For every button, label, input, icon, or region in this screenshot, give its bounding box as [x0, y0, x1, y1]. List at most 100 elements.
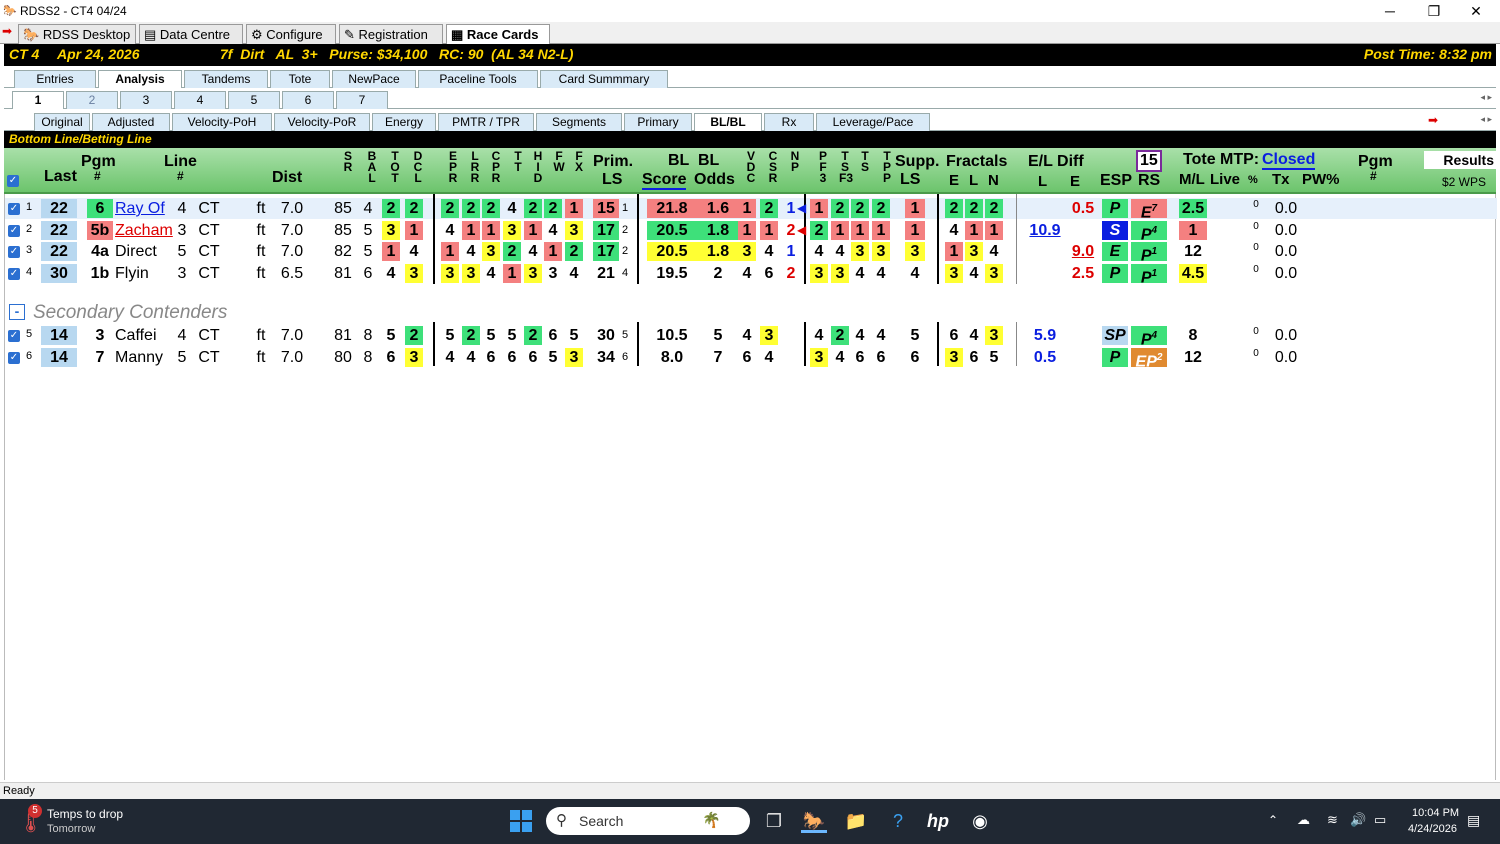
help-icon[interactable]: ?: [885, 809, 911, 833]
header-count-box[interactable]: 15: [1136, 150, 1162, 172]
tab-data-centre[interactable]: ▤ Data Centre: [139, 24, 243, 44]
tab-primary[interactable]: Primary: [624, 113, 692, 131]
windows-start-icon[interactable]: [510, 810, 532, 832]
tab-entries[interactable]: Entries: [14, 70, 96, 88]
header-bl-odds[interactable]: Odds: [694, 172, 735, 188]
volume-icon[interactable]: 🔊: [1350, 812, 1366, 828]
tab-velocity-por[interactable]: Velocity-PoR: [274, 113, 370, 131]
table-row[interactable]: ✓ 4 30 1b Flyin 3 CT ft 6.5 81 6 4 3 3 3 4 1 3 3 4 21 4 19.5 2 4…: [5, 263, 1497, 286]
onedrive-icon[interactable]: ☁: [1297, 812, 1310, 828]
tab-registration[interactable]: ✎ Registration: [339, 24, 443, 44]
tab-race-2[interactable]: 2: [66, 91, 118, 109]
table-row[interactable]: ✓ 6 14 7 Manny 5 CT ft 7.0 80 8 6 3 4 4 6 6 6 5 3 34 6 8.0 7 6 4 3…: [5, 347, 1497, 370]
cell-name[interactable]: Ray Of: [112, 199, 176, 218]
notification-icon[interactable]: ▤: [1467, 812, 1480, 829]
cell-bal: 5: [363, 243, 373, 260]
scroll-arrows-icon[interactable]: ◂ ▸: [1480, 114, 1492, 125]
collapse-toggle[interactable]: -: [9, 304, 25, 320]
tab-velocity-poh[interactable]: Velocity-PoH: [172, 113, 272, 131]
tab-bl-bl[interactable]: BL/BL: [694, 113, 762, 131]
cell-fe: 3: [945, 348, 963, 367]
cell-score: 20.5: [647, 221, 697, 240]
cell-tx: 0.0: [1274, 349, 1298, 366]
file-explorer-icon[interactable]: 📁: [843, 809, 869, 833]
cell-ell[interactable]: 10.9: [1023, 221, 1067, 240]
tab-tote[interactable]: Tote: [270, 70, 330, 88]
tab-configure[interactable]: ⚙ Configure: [246, 24, 336, 44]
tab-segments[interactable]: Segments: [536, 113, 622, 131]
cell-ele[interactable]: 9.0: [1063, 242, 1103, 261]
tab-race-4[interactable]: 4: [174, 91, 226, 109]
table-row[interactable]: ✓ 3 22 4a Direct 5 CT ft 7.0 82 5 1 4 1 4 3 2 4 1 2 17 2 20.5 1…: [5, 241, 1497, 264]
tab-paceline-tools[interactable]: Paceline Tools: [418, 70, 538, 88]
tab-leverage-pace[interactable]: Leverage/Pace: [816, 113, 930, 131]
row-checkbox[interactable]: ✓: [8, 203, 20, 215]
row-checkbox[interactable]: ✓: [8, 246, 20, 258]
cell-fx: 2: [565, 242, 583, 261]
weather-title[interactable]: Temps to drop: [47, 807, 123, 821]
cell-ele[interactable]: 0.5: [1063, 199, 1103, 218]
cell-ell[interactable]: [1023, 199, 1067, 218]
table-row[interactable]: ✓ 5 14 3 Caffei 4 CT ft 7.0 81 8 5 2 5 2 5 5 2 6 5 30 5 10.5 5 4…: [5, 325, 1497, 348]
tab-rdss-desktop[interactable]: 🐎 RDSS Desktop: [18, 24, 136, 44]
tab-newpace[interactable]: NewPace: [332, 70, 416, 88]
chevron-up-icon[interactable]: ⌃: [1268, 813, 1278, 827]
cell-ell[interactable]: 5.9: [1023, 326, 1067, 345]
scroll-arrows-icon[interactable]: ◂ ▸: [1480, 92, 1492, 103]
analysis-tab-row: Entries Analysis Tandems Tote NewPace Pa…: [4, 66, 1496, 88]
cell-name[interactable]: Caffei: [112, 326, 176, 345]
table-row[interactable]: ✓ 2 22 5b Zacham 3 CT ft 7.0 85 5 3 1 4 1 1 3 1 4 3 17 2 20.5 1…: [5, 220, 1497, 243]
tab-race-3[interactable]: 3: [120, 91, 172, 109]
cell-ele[interactable]: [1063, 348, 1103, 367]
close-button[interactable]: ✕: [1456, 0, 1496, 22]
select-all-checkbox[interactable]: ✓: [7, 175, 19, 187]
export-arrow-icon[interactable]: ➡: [1428, 113, 1438, 127]
tab-race-1[interactable]: 1: [12, 91, 64, 109]
tab-rx[interactable]: Rx: [764, 113, 814, 131]
row-checkbox[interactable]: ✓: [8, 330, 20, 342]
cell-name[interactable]: Zacham: [112, 221, 176, 240]
row-checkbox[interactable]: ✓: [8, 225, 20, 237]
cell-ele[interactable]: [1063, 221, 1103, 240]
minimize-button[interactable]: ─: [1370, 0, 1410, 22]
header-bl-score[interactable]: Score: [642, 172, 687, 190]
cell-ell[interactable]: [1023, 242, 1067, 261]
table-row[interactable]: ✓ 1 22 6 Ray Of 4 CT ft 7.0 85 4 2 2 2 2 2 4 2 2 1 15 1 21.8 1.…: [5, 198, 1497, 221]
tab-card-summary[interactable]: Card Summmary: [540, 70, 668, 88]
cell-ell[interactable]: 0.5: [1023, 348, 1067, 367]
cell-name[interactable]: Flyin: [112, 264, 176, 283]
tab-race-7[interactable]: 7: [336, 91, 388, 109]
clock-date[interactable]: 4/24/2026: [1408, 823, 1457, 835]
row-checkbox[interactable]: ✓: [8, 268, 20, 280]
cell-name[interactable]: Direct: [112, 242, 176, 261]
tab-race-cards[interactable]: ▦ Race Cards: [446, 24, 550, 44]
battery-icon[interactable]: ▭: [1374, 812, 1386, 828]
hp-icon[interactable]: hp: [925, 809, 951, 833]
tab-race-6[interactable]: 6: [282, 91, 334, 109]
task-view-icon[interactable]: ❐: [761, 809, 787, 833]
tab-adjusted[interactable]: Adjusted: [92, 113, 170, 131]
cell-ele[interactable]: 2.5: [1063, 264, 1103, 283]
tab-energy[interactable]: Energy: [372, 113, 436, 131]
cell-name[interactable]: Manny: [112, 348, 176, 367]
chrome-icon[interactable]: ◉: [967, 809, 993, 833]
results-button[interactable]: Results: [1424, 151, 1496, 169]
cell-trk: CT: [198, 349, 220, 366]
row-checkbox[interactable]: ✓: [8, 352, 20, 364]
cell-hid: 2: [524, 326, 542, 345]
maximize-button[interactable]: ❐: [1414, 0, 1454, 22]
card-icon: ▦: [451, 27, 467, 42]
wifi-icon[interactable]: ≋: [1327, 812, 1338, 828]
tab-tandems[interactable]: Tandems: [184, 70, 268, 88]
tab-original[interactable]: Original: [34, 113, 90, 131]
cell-epr: 4: [445, 349, 455, 366]
tab-pmtr-tpr[interactable]: PMTR / TPR: [438, 113, 534, 131]
taskbar-search[interactable]: ⚲ Search 🌴: [546, 807, 750, 835]
cell-ell[interactable]: [1023, 264, 1067, 283]
cell-ele[interactable]: [1063, 326, 1103, 345]
rdss-app-icon[interactable]: 🐎: [801, 809, 827, 833]
tab-race-5[interactable]: 5: [228, 91, 280, 109]
cell-fw: 3: [548, 265, 558, 282]
tab-analysis[interactable]: Analysis: [98, 70, 182, 88]
clock-time[interactable]: 10:04 PM: [1412, 807, 1459, 819]
